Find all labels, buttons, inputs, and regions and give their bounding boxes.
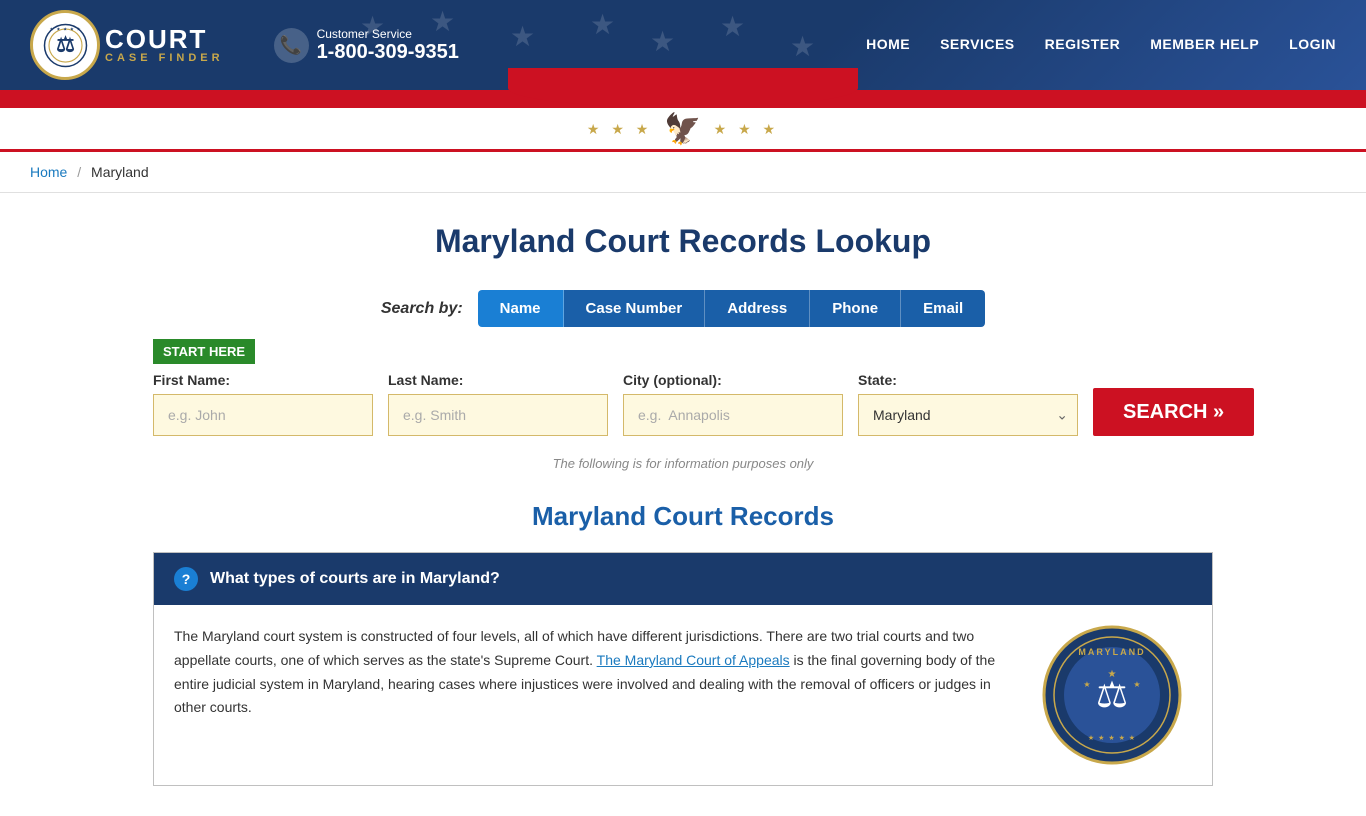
svg-text:★ ★ ★ ★ ★: ★ ★ ★ ★ ★	[49, 26, 81, 31]
customer-service-label: Customer Service	[317, 27, 459, 41]
faq-header-text-1: What types of courts are in Maryland?	[210, 570, 500, 588]
svg-text:★ ★ ★ ★ ★: ★ ★ ★ ★ ★	[1088, 734, 1136, 742]
state-wrapper: Maryland Alabama Alaska Arizona Arkansas…	[858, 394, 1078, 436]
first-name-group: First Name:	[153, 372, 373, 436]
faq-body-image: MARYLAND ★ ★ ★ ★ ★ ⚖ ★ ★ ★	[1032, 625, 1192, 765]
tab-phone[interactable]: Phone	[810, 290, 901, 327]
tab-email[interactable]: Email	[901, 290, 985, 327]
state-label: State:	[858, 372, 1078, 388]
phone-text: Customer Service 1-800-309-9351	[317, 27, 459, 64]
faq-body-text-1: The Maryland court system is constructed…	[174, 625, 1012, 765]
disclaimer-text: The following is for information purpose…	[153, 456, 1213, 471]
last-name-group: Last Name:	[388, 372, 608, 436]
phone-icon: 📞	[274, 28, 309, 63]
main-nav: HOME SERVICES REGISTER MEMBER HELP LOGIN	[866, 36, 1336, 54]
search-form: First Name: Last Name: City (optional): …	[153, 372, 1213, 436]
logo-area[interactable]: ⚖ ★ ★ ★ ★ ★ COURT CASE FINDER	[30, 10, 224, 80]
eagle-area: ★ ★ ★ 🦅 ★ ★ ★	[0, 108, 1366, 152]
eagle-left-stars: ★ ★ ★	[587, 121, 652, 138]
phone-area: 📞 Customer Service 1-800-309-9351	[274, 27, 459, 64]
state-select[interactable]: Maryland Alabama Alaska Arizona Arkansas…	[858, 394, 1078, 436]
search-by-row: Search by: Name Case Number Address Phon…	[153, 290, 1213, 327]
tab-case-number[interactable]: Case Number	[564, 290, 706, 327]
nav-item-home[interactable]: HOME	[866, 36, 910, 54]
last-name-label: Last Name:	[388, 372, 608, 388]
first-name-input[interactable]	[153, 394, 373, 436]
phone-number: 1-800-309-9351	[317, 41, 459, 63]
svg-text:⚖: ⚖	[1096, 674, 1128, 715]
svg-text:★: ★	[1108, 669, 1117, 680]
city-input[interactable]	[623, 394, 843, 436]
tab-name[interactable]: Name	[478, 290, 564, 327]
logo-circle: ⚖ ★ ★ ★ ★ ★	[30, 10, 100, 80]
svg-text:MARYLAND: MARYLAND	[1078, 647, 1145, 657]
faq-body-1: The Maryland court system is constructed…	[154, 605, 1212, 785]
first-name-label: First Name:	[153, 372, 373, 388]
search-by-label: Search by:	[381, 300, 463, 318]
eagle-right-stars: ★ ★ ★	[714, 121, 779, 138]
main-content: Maryland Court Records Lookup Search by:…	[133, 193, 1233, 816]
faq-question-icon: ?	[174, 567, 198, 591]
logo-text: COURT CASE FINDER	[105, 26, 224, 64]
tab-address[interactable]: Address	[705, 290, 810, 327]
logo-case-finder-word: CASE FINDER	[105, 52, 224, 64]
breadcrumb-home[interactable]: Home	[30, 164, 67, 180]
breadcrumb: Home / Maryland	[0, 152, 1366, 193]
nav-item-register[interactable]: REGISTER	[1045, 36, 1121, 54]
city-label: City (optional):	[623, 372, 843, 388]
faq-header-1[interactable]: ? What types of courts are in Maryland?	[154, 553, 1212, 605]
svg-text:★: ★	[1083, 680, 1090, 689]
last-name-input[interactable]	[388, 394, 608, 436]
logo-court-word: COURT	[105, 26, 224, 52]
faq-link-appeals[interactable]: The Maryland Court of Appeals	[597, 652, 790, 668]
page-title: Maryland Court Records Lookup	[153, 223, 1213, 260]
search-button[interactable]: SEARCH »	[1093, 388, 1254, 436]
search-form-area: START HERE First Name: Last Name: City (…	[153, 339, 1213, 436]
nav-item-services[interactable]: SERVICES	[940, 36, 1015, 54]
faq-item-1: ? What types of courts are in Maryland? …	[153, 552, 1213, 786]
svg-text:⚖: ⚖	[56, 33, 75, 56]
nav-item-member-help[interactable]: MEMBER HELP	[1150, 36, 1259, 54]
breadcrumb-current: Maryland	[91, 164, 149, 180]
logo-svg: ⚖ ★ ★ ★ ★ ★	[43, 23, 88, 68]
svg-text:★: ★	[1133, 680, 1140, 689]
nav-item-login[interactable]: LOGIN	[1289, 36, 1336, 54]
section-title: Maryland Court Records	[153, 501, 1213, 532]
breadcrumb-separator: /	[77, 164, 81, 180]
city-group: City (optional):	[623, 372, 843, 436]
red-top-bar	[0, 90, 1366, 108]
eagle-icon: 🦅	[664, 112, 701, 147]
maryland-seal-svg: MARYLAND ★ ★ ★ ★ ★ ⚖ ★ ★ ★	[1042, 625, 1182, 765]
state-group: State: Maryland Alabama Alaska Arizona A…	[858, 372, 1078, 436]
start-here-badge: START HERE	[153, 339, 255, 364]
